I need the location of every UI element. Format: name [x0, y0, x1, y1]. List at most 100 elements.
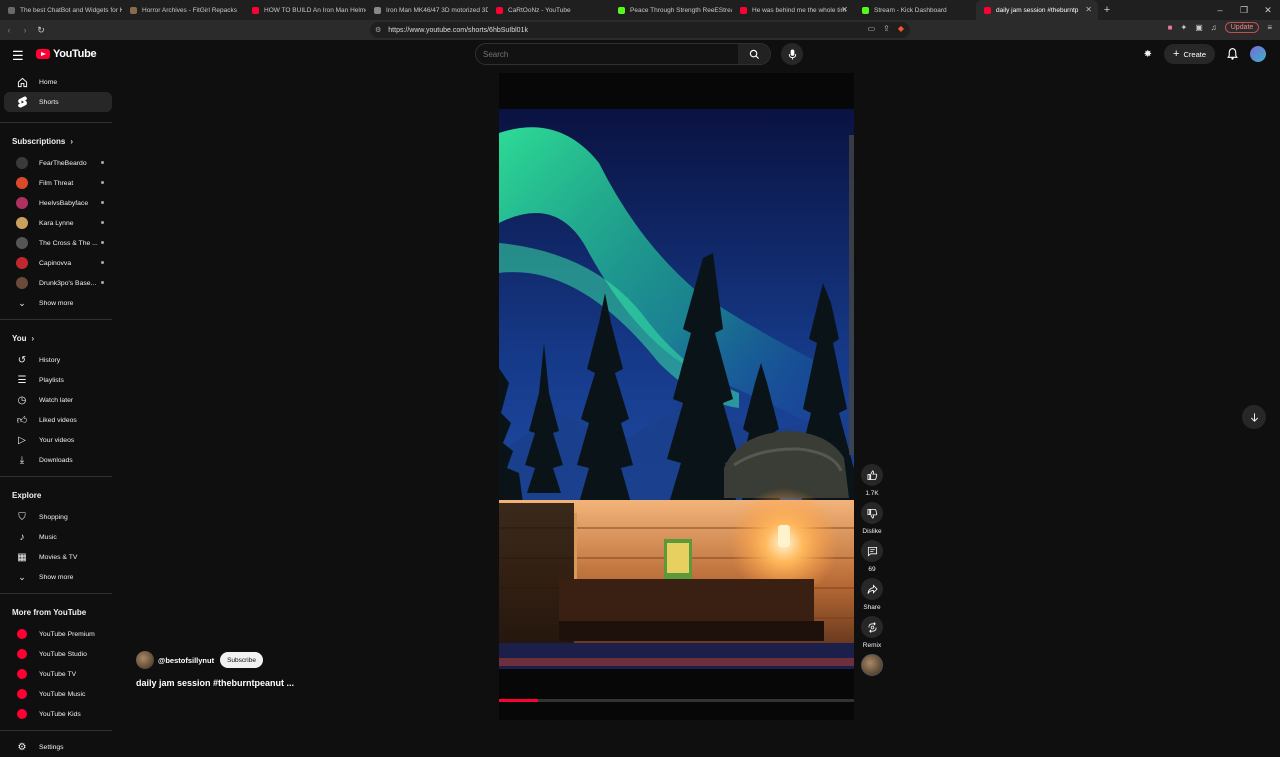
more-from-youtube-title: More from YouTube [12, 607, 87, 617]
share-button[interactable] [861, 578, 883, 600]
extensions-puzzle-icon[interactable]: ✦ [1180, 23, 1187, 32]
subscription-item[interactable]: Capinovva [4, 253, 112, 273]
you-list: ↺ History ☰ Playlists ◷ Watch later 👍︎ Liked vi… [0, 350, 118, 470]
short-video-player[interactable] [499, 73, 854, 720]
browser-tab[interactable]: Peace Through Strength ReeEStream [610, 0, 732, 20]
browser-tab[interactable]: daily jam session #theburntp ✕ [976, 0, 1098, 20]
audio-source-action[interactable] [858, 654, 886, 676]
menu-icon[interactable]: ≡ [1267, 23, 1272, 32]
browser-tab[interactable]: CaRtOoNz - YouTube [488, 0, 610, 20]
tab-title: Peace Through Strength ReeEStream [630, 6, 732, 14]
new-content-dot [101, 241, 104, 244]
sidebar-item-settings[interactable]: ⚙ Settings [4, 737, 112, 757]
sidebar-item[interactable]: ☰ Playlists [4, 370, 112, 390]
subscribe-button[interactable]: Subscribe [220, 652, 263, 668]
sidebar-item[interactable]: ▦ Movies & TV [4, 547, 112, 567]
reload-icon[interactable]: ↻ [34, 25, 48, 36]
youtube-product-item[interactable]: YouTube Music [4, 684, 112, 704]
channel-avatar [16, 237, 28, 249]
account-avatar[interactable] [1250, 46, 1266, 62]
youtube-logo[interactable]: YouTube [36, 48, 97, 60]
comments-action[interactable]: 69 [858, 540, 886, 573]
dislike-button[interactable] [861, 502, 883, 524]
show-more-subscriptions[interactable]: ⌄ Show more [4, 293, 112, 313]
youtube-product-item[interactable]: YouTube TV [4, 664, 112, 684]
close-tab-icon[interactable]: ✕ [841, 5, 848, 14]
sidebar-item[interactable]: ⛉ Shopping [4, 507, 112, 527]
tab-title: Stream - Kick Dashboard [874, 6, 947, 14]
explore-extension-icon[interactable]: ✸ [1144, 49, 1152, 60]
like-button[interactable] [861, 464, 883, 486]
back-icon[interactable]: ‹ [2, 25, 16, 35]
close-tab-icon[interactable]: ✕ [1085, 5, 1092, 14]
voice-search-button[interactable] [781, 43, 803, 65]
sidebar-item[interactable]: ◷ Watch later [4, 390, 112, 410]
youtube-product-item[interactable]: YouTube Studio [4, 644, 112, 664]
subscription-item[interactable]: Drunk3po's Base... [4, 273, 112, 293]
show-more-explore[interactable]: ⌄ Show more [4, 567, 112, 587]
subscription-item[interactable]: FearTheBeardo [4, 153, 112, 173]
sidebar-item[interactable]: ▷ Your videos [4, 430, 112, 450]
share-action[interactable]: Share [858, 578, 886, 611]
search-button[interactable] [738, 44, 770, 64]
dislike-action[interactable]: Dislike [858, 502, 886, 535]
site-info-icon[interactable]: ⚙ [375, 26, 381, 34]
sidebar-item[interactable]: 👍︎ Liked videos [4, 410, 112, 430]
update-button[interactable]: Update [1224, 22, 1260, 33]
browser-tab[interactable]: Horror Archives - FitGirl Repacks [122, 0, 244, 20]
browser-tab[interactable]: He was behind me the whole tim ✕ [732, 0, 854, 20]
address-bar[interactable]: ⚙ https://www.youtube.com/shorts/6hbSuIb… [370, 22, 910, 38]
close-window-icon[interactable]: ✕ [1256, 0, 1280, 20]
share-page-icon[interactable]: ⇪ [883, 24, 890, 33]
youtube-product-item[interactable]: YouTube Kids [4, 704, 112, 724]
next-short-button[interactable] [1242, 405, 1266, 429]
subscriptions-list: FearTheBeardo Film Threat HeelvsBabyface Ka… [0, 153, 118, 293]
sidebar-toggle-icon[interactable]: ▣ [1195, 23, 1203, 32]
browser-tab[interactable]: The best ChatBot and Widgets for K [0, 0, 122, 20]
audio-source-thumbnail[interactable] [861, 654, 883, 676]
plus-icon: + [1173, 48, 1180, 60]
media-icon[interactable]: ♫ [1211, 23, 1217, 32]
minimize-icon[interactable]: – [1208, 0, 1232, 20]
channel-name[interactable]: @bestofsillynut [158, 656, 214, 665]
subscription-item[interactable]: Film Threat [4, 173, 112, 193]
subscriptions-heading[interactable]: Subscriptions › [0, 129, 118, 153]
sidebar-item-shorts[interactable]: Shorts [4, 92, 112, 112]
sidebar-item[interactable]: ♪ Music [4, 527, 112, 547]
subscription-label: The Cross & The ... [39, 239, 98, 247]
sidebar-item-home[interactable]: Home [4, 72, 112, 92]
hamburger-menu-icon[interactable]: ☰ [12, 48, 24, 64]
you-heading[interactable]: You › [0, 326, 118, 350]
channel-avatar [16, 257, 28, 269]
extension-icon[interactable]: ■ [1168, 23, 1173, 32]
create-button[interactable]: + Create [1164, 44, 1215, 64]
notifications-bell-icon[interactable] [1227, 48, 1238, 60]
subscription-item[interactable]: HeelvsBabyface [4, 193, 112, 213]
remix-button[interactable] [861, 616, 883, 638]
subscription-item[interactable]: Kara Lynne [4, 213, 112, 233]
subscription-item[interactable]: The Cross & The ... [4, 233, 112, 253]
restore-icon[interactable]: ❐ [1232, 0, 1256, 20]
sidebar-item-label: Liked videos [39, 416, 77, 424]
remix-action[interactable]: Remix [858, 616, 886, 649]
short-title[interactable]: daily jam session #theburntpeanut ... [136, 678, 294, 688]
youtube-product-item[interactable]: YouTube Premium [4, 624, 112, 644]
brave-shield-icon[interactable]: ◆ [898, 24, 904, 33]
sidebar-item[interactable]: ↺ History [4, 350, 112, 370]
comments-button[interactable] [861, 540, 883, 562]
browser-tab[interactable]: HOW TO BUILD An Iron Man Helmet [244, 0, 366, 20]
new-tab-button[interactable]: + [1098, 4, 1116, 16]
like-action[interactable]: 1.7K [858, 464, 886, 497]
channel-avatar[interactable] [136, 651, 154, 669]
chevron-right-icon: › [31, 333, 35, 343]
sidebar-item[interactable]: ⤓ Downloads [4, 450, 112, 470]
browser-toolbar: ‹ › ↻ ⚙ https://www.youtube.com/shorts/6… [0, 20, 1280, 40]
browser-tab[interactable]: Iron Man MK46/47 3D motorized 3D [366, 0, 488, 20]
search-input[interactable] [476, 49, 731, 59]
video-progress-bar[interactable] [499, 699, 854, 702]
browser-tab[interactable]: Stream - Kick Dashboard [854, 0, 976, 20]
forward-icon[interactable]: › [18, 25, 32, 35]
more-from-youtube-list: YouTube Premium YouTube Studio YouTube TV Y… [0, 624, 118, 724]
cast-icon[interactable]: ▭ [868, 24, 876, 33]
tab-favicon-icon [374, 6, 381, 14]
